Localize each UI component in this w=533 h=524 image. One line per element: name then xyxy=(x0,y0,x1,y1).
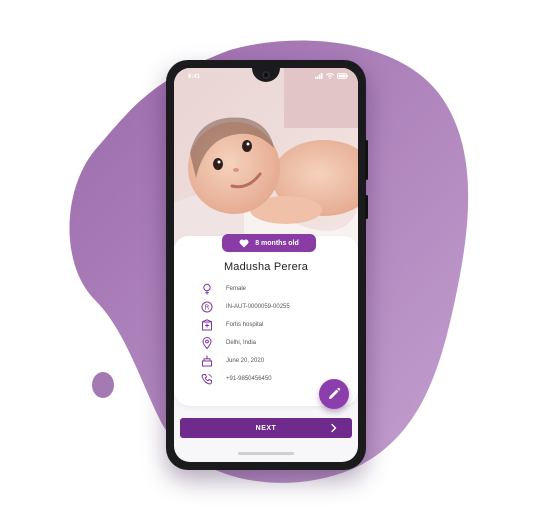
next-button[interactable]: NEXT xyxy=(180,418,352,438)
detail-text: Female xyxy=(226,286,247,292)
power-button xyxy=(365,140,368,180)
hospital-icon xyxy=(200,318,214,332)
detail-text: Fortis hospital xyxy=(226,322,264,328)
battery-icon xyxy=(337,73,348,79)
detail-hospital: Fortis hospital xyxy=(200,316,290,334)
profile-details: Female R IN-AUT-0000059-00255 Fortis hos… xyxy=(200,280,290,388)
home-indicator[interactable] xyxy=(238,452,294,455)
detail-text: +91-9850456450 xyxy=(226,376,272,382)
gender-icon xyxy=(200,282,214,296)
edit-button[interactable] xyxy=(319,379,349,409)
chevron-right-icon xyxy=(331,423,337,433)
next-label: NEXT xyxy=(255,424,277,432)
detail-text: Delhi, India xyxy=(226,340,257,346)
heart-icon xyxy=(239,239,249,247)
detail-gender: Female xyxy=(200,280,290,298)
app-screen: 9:41 8 months old Madusha Perera Female … xyxy=(174,68,358,462)
registered-icon: R xyxy=(200,300,214,314)
detail-registration: R IN-AUT-0000059-00255 xyxy=(200,298,290,316)
signal-icon xyxy=(315,73,323,79)
age-label: 8 months old xyxy=(255,239,299,247)
pencil-icon xyxy=(329,387,341,399)
volume-button xyxy=(365,195,368,219)
front-camera xyxy=(262,71,270,79)
phone-frame: 9:41 8 months old Madusha Perera Female … xyxy=(166,60,368,470)
child-name: Madusha Perera xyxy=(223,261,309,273)
detail-text: IN-AUT-0000059-00255 xyxy=(226,304,290,310)
phone-icon xyxy=(200,372,214,386)
detail-phone: +91-9850456450 xyxy=(200,370,290,388)
wifi-icon xyxy=(326,73,334,79)
detail-text: June 20, 2020 xyxy=(226,358,265,364)
svg-text:R: R xyxy=(205,304,210,312)
baby-photo xyxy=(174,68,358,246)
status-time: 9:41 xyxy=(188,74,201,80)
birthday-cake-icon xyxy=(200,354,214,368)
detail-location: Delhi, India xyxy=(200,334,290,352)
age-badge: 8 months old xyxy=(222,234,316,252)
location-pin-icon xyxy=(200,336,214,350)
detail-birthday: June 20, 2020 xyxy=(200,352,290,370)
